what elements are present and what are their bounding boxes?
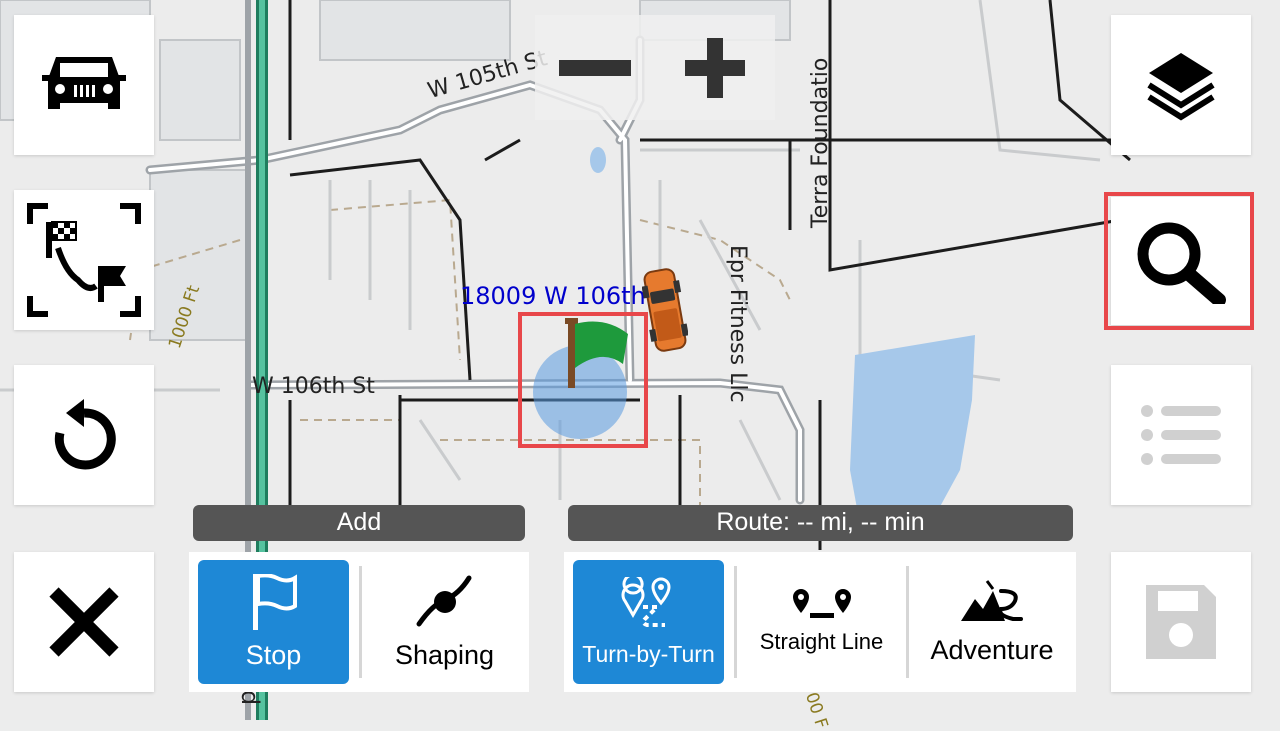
add-stop-option[interactable]: Stop [198, 560, 349, 684]
layers-icon [1147, 53, 1215, 121]
minus-icon [559, 59, 631, 76]
divider [359, 566, 362, 678]
route-adventure-option[interactable]: Adventure [916, 560, 1068, 684]
zoom-out-button[interactable] [535, 15, 655, 120]
route-frame-icon [27, 203, 141, 317]
route-turn-by-turn-label: Turn-by-Turn [582, 640, 715, 667]
street-label-w106: W 106th St [252, 374, 375, 399]
add-section-title: Add [193, 505, 525, 541]
search-button[interactable] [1111, 197, 1251, 325]
add-options-card: Stop Shaping [189, 552, 529, 692]
recalculate-button[interactable] [14, 365, 154, 505]
add-shaping-option[interactable]: Shaping [369, 560, 520, 684]
list-icon [1141, 405, 1221, 465]
street-label-edge: d [236, 690, 264, 706]
route-options-card: Turn-by-Turn Straight Line Adventure [564, 552, 1076, 692]
save-icon [1146, 585, 1216, 659]
route-summary-title: Route: -- mi, -- min [568, 505, 1073, 541]
street-label-epr: Epr Fitness Llc [725, 245, 750, 403]
close-icon [49, 587, 119, 657]
route-adventure-label: Adventure [930, 634, 1054, 665]
add-stop-label: Stop [245, 639, 302, 670]
current-location-vehicle-icon [641, 265, 689, 360]
save-button[interactable] [1111, 552, 1251, 692]
vehicle-icon [42, 57, 126, 109]
street-label-terra: Terra Foundatio [808, 57, 833, 228]
close-button[interactable] [14, 552, 154, 692]
plus-icon [685, 37, 745, 98]
turn-by-turn-icon [621, 576, 671, 627]
layers-button[interactable] [1111, 15, 1251, 155]
stop-marker[interactable] [520, 312, 645, 447]
add-shaping-label: Shaping [394, 639, 495, 670]
search-icon [1137, 222, 1226, 304]
route-turn-by-turn-option[interactable]: Turn-by-Turn [573, 560, 724, 684]
flag-icon [252, 573, 297, 630]
divider [734, 566, 737, 678]
divider [906, 566, 909, 678]
undo-icon [54, 399, 116, 470]
route-straight-line-option[interactable]: Straight Line [744, 560, 899, 684]
shaping-point-icon [416, 575, 471, 626]
adventure-icon [961, 579, 1023, 621]
green-flag-icon [533, 318, 628, 439]
zoom-in-button[interactable] [655, 15, 775, 120]
route-straight-line-label: Straight Line [759, 629, 884, 654]
vehicle-button[interactable] [14, 15, 154, 155]
straight-line-icon [792, 589, 851, 618]
route-overview-button[interactable] [14, 190, 154, 330]
list-button[interactable] [1111, 365, 1251, 505]
